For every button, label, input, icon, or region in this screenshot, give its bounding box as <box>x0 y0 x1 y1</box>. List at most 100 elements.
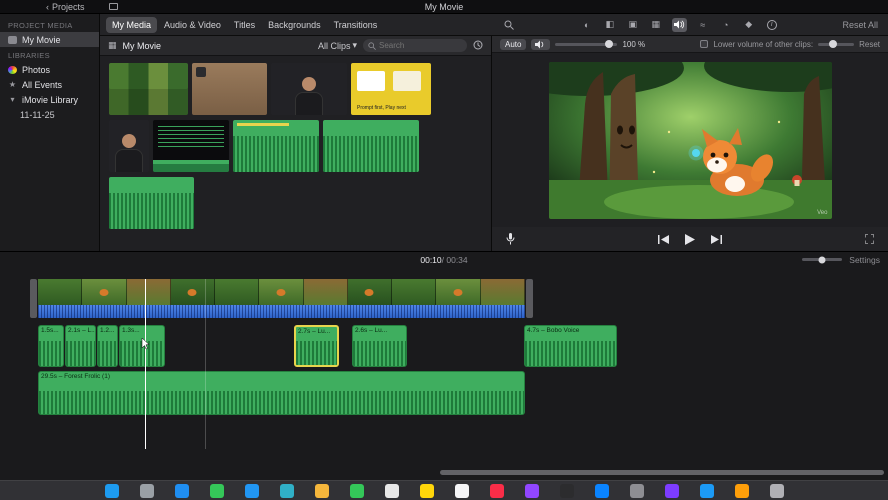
media-tab[interactable]: Titles <box>228 17 261 33</box>
volume-icon[interactable] <box>671 17 687 32</box>
dock-icon-messages[interactable] <box>209 483 224 498</box>
lower-volume-slider[interactable] <box>818 40 855 48</box>
lower-volume-label: Lower volume of other clips: <box>713 39 814 49</box>
dock-icon-trash[interactable] <box>769 483 784 498</box>
reset-all-button[interactable]: Reset All <box>842 20 878 30</box>
lower-volume-knob[interactable] <box>829 40 838 48</box>
lower-volume-checkbox[interactable] <box>700 40 709 48</box>
timeline-zoom-slider[interactable] <box>802 256 843 263</box>
volume-slider[interactable] <box>555 40 618 48</box>
sidebar-item-all-events[interactable]: ★ All Events <box>0 77 99 92</box>
volume-reset-button[interactable]: Reset <box>859 40 880 49</box>
dock-icon-photos[interactable] <box>314 483 329 498</box>
skip-forward-icon <box>711 234 722 244</box>
dock-icon-safari[interactable] <box>174 483 189 498</box>
waveform <box>296 341 337 365</box>
viewer-watermark: Veo <box>817 209 828 216</box>
window-title: My Movie <box>424 1 464 12</box>
film-icon <box>8 35 17 44</box>
dock-icon-notes[interactable] <box>419 483 434 498</box>
dock-icon-launchpad[interactable] <box>139 483 154 498</box>
audio-clip[interactable]: 1.5s... <box>38 325 64 367</box>
mute-button[interactable] <box>531 38 551 50</box>
media-clip-portrait[interactable] <box>109 120 149 172</box>
media-clip-audio-1[interactable] <box>233 120 319 172</box>
dock-icon-settings[interactable] <box>629 483 644 498</box>
volume-slider-knob[interactable] <box>604 40 613 48</box>
content-column: My Media Audio & Video Titles Background… <box>100 14 888 251</box>
media-clip-fox-montage[interactable] <box>109 63 188 115</box>
dock-icon-imovie[interactable] <box>664 483 679 498</box>
sidebar-item-imovie-library[interactable]: ▾ iMovie Library <box>0 92 99 107</box>
dock-icon-tv[interactable] <box>559 483 574 498</box>
search-input[interactable] <box>379 41 462 50</box>
sidebar-item-event-11-11-25[interactable]: 11-11-25 <box>0 107 99 122</box>
media-clip-screen-recording[interactable] <box>153 120 229 172</box>
timeline-settings-button[interactable]: Settings <box>849 255 880 265</box>
sidebar: PROJECT MEDIA My Movie LIBRARIES Photos … <box>0 14 100 251</box>
voiceover-mic-button[interactable] <box>506 233 515 245</box>
dock-icon-facetime[interactable] <box>349 483 364 498</box>
auto-volume-button[interactable]: Auto <box>500 38 527 50</box>
search-box[interactable] <box>363 39 467 52</box>
zoom-search-icon[interactable] <box>502 18 516 32</box>
volume-percent: 100 % <box>622 39 646 49</box>
clips-filter-dropdown[interactable]: All Clips ▾ <box>318 40 357 51</box>
audio-clip[interactable]: 2.6s – Lu... <box>352 325 407 367</box>
volume-controls-bar: Auto 100 % Lower volume of other clips: … <box>492 36 888 53</box>
noise-reduction-icon[interactable]: ≈ <box>696 18 710 32</box>
dock-icon-calendar[interactable] <box>384 483 399 498</box>
stabilization-icon[interactable]: ▦ <box>649 18 663 32</box>
clip-info-icon[interactable]: i <box>765 18 779 32</box>
color-correction-icon[interactable]: ◧ <box>603 18 617 32</box>
media-clip-presenter[interactable] <box>271 63 347 115</box>
media-clip-document[interactable] <box>192 63 267 115</box>
skip-back-button[interactable] <box>658 234 669 244</box>
back-to-projects-button[interactable]: ‹ Projects <box>46 2 85 12</box>
fullscreen-button[interactable] <box>865 234 874 244</box>
media-clip-audio-3[interactable] <box>109 177 194 229</box>
dock-icon-music[interactable] <box>489 483 504 498</box>
speed-icon[interactable]: ◔ <box>719 18 733 32</box>
dock-icon-reminders[interactable] <box>454 483 469 498</box>
zoom-knob[interactable] <box>818 256 826 263</box>
skip-forward-button[interactable] <box>711 234 722 244</box>
dock-icon-pages[interactable] <box>734 483 749 498</box>
waveform <box>98 341 117 366</box>
effects-icon[interactable]: ◆ <box>742 18 756 32</box>
dock-icon-appstore[interactable] <box>594 483 609 498</box>
dock-icon-finder[interactable] <box>104 483 119 498</box>
media-clip-prompt[interactable]: Prompt first, Play next <box>351 63 431 115</box>
timeline: 00:10 / 00:34 Settings 1.5s... 2.1s – L.… <box>0 251 888 480</box>
audio-clip[interactable]: 1.2... <box>97 325 118 367</box>
audio-clip[interactable]: 4.7s – Bobo Voice <box>524 325 617 367</box>
media-tab[interactable]: Transitions <box>328 17 384 33</box>
dock-icon-mail[interactable] <box>244 483 259 498</box>
audio-clip[interactable]: 2.7s – Lu... <box>294 325 339 367</box>
crop-icon[interactable]: ▣ <box>626 18 640 32</box>
dock-icon-keynote[interactable] <box>699 483 714 498</box>
search-icon <box>368 41 376 50</box>
chevron-left-icon: ‹ <box>46 1 49 12</box>
media-tab[interactable]: Audio & Video <box>158 17 227 33</box>
share-icon[interactable] <box>108 3 118 10</box>
recents-filter-icon[interactable] <box>473 40 483 52</box>
color-balance-icon[interactable]: ◐ <box>580 18 594 32</box>
media-tab[interactable]: Backgrounds <box>262 17 327 33</box>
waveform <box>109 192 194 229</box>
playhead[interactable] <box>145 279 146 449</box>
inspector-toolbar: ◐ ◧ ▣ ▦ ≈ ◔ ◆ i Reset All <box>492 17 888 32</box>
play-button[interactable] <box>685 233 695 245</box>
dock-icon-podcasts[interactable] <box>524 483 539 498</box>
sidebar-item-photos[interactable]: Photos <box>0 62 99 77</box>
timeline-horizontal-scrollbar[interactable] <box>440 470 884 475</box>
sidebar-item-my-movie[interactable]: My Movie <box>0 32 99 47</box>
grid-view-icon[interactable]: ▦ <box>108 40 117 51</box>
timeline-header: 00:10 / 00:34 Settings <box>0 252 888 267</box>
audio-clip[interactable]: 2.1s – L... <box>65 325 96 367</box>
background-music-clip[interactable]: 29.5s – Forest Frolic (1) <box>38 371 525 415</box>
media-tab[interactable]: My Media <box>106 16 158 33</box>
dock-icon-maps[interactable] <box>279 483 294 498</box>
skimmer-guide-line <box>205 279 206 449</box>
media-clip-audio-2[interactable] <box>323 120 419 172</box>
